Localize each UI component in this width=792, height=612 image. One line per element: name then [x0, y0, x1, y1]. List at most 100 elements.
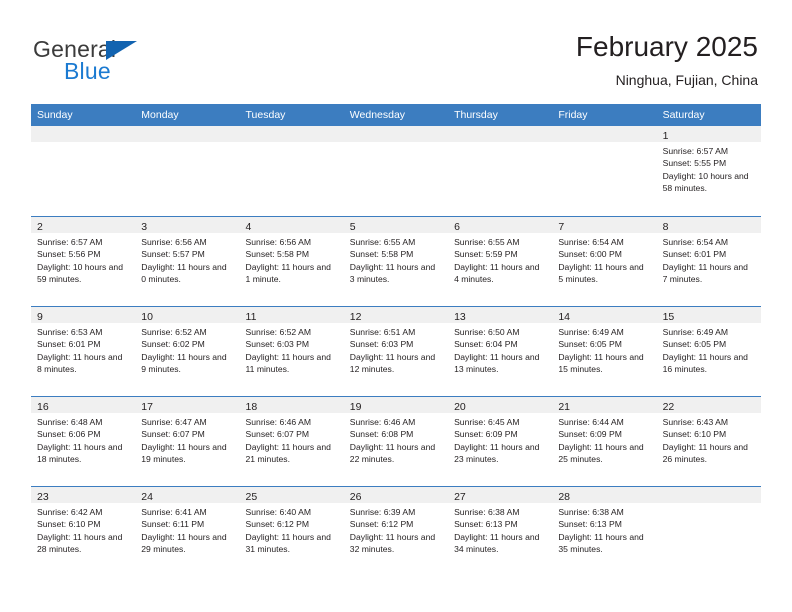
day-info: Sunrise: 6:55 AM Sunset: 5:58 PM Dayligh…	[344, 233, 448, 285]
sunset-text: Sunset: 6:07 PM	[245, 429, 310, 440]
day-cell[interactable]: 11 Sunrise: 6:52 AM Sunset: 6:03 PM Dayl…	[239, 307, 344, 396]
weekday-header-tuesday: Tuesday	[245, 109, 286, 121]
day-cell[interactable]: 14 Sunrise: 6:49 AM Sunset: 6:05 PM Dayl…	[552, 307, 657, 396]
weekday-header-monday: Monday	[141, 109, 179, 121]
day-info: Sunrise: 6:54 AM Sunset: 6:00 PM Dayligh…	[552, 233, 656, 285]
daylight-text: Daylight: 11 hours and 3 minutes.	[349, 261, 436, 284]
day-cell[interactable]: 7 Sunrise: 6:54 AM Sunset: 6:00 PM Dayli…	[552, 217, 657, 306]
day-info: Sunrise: 6:46 AM Sunset: 6:08 PM Dayligh…	[344, 413, 448, 465]
weekday-header-wednesday: Wednesday	[349, 109, 406, 121]
daylight-text: Daylight: 11 hours and 25 minutes.	[558, 441, 644, 464]
daylight-text: Daylight: 11 hours and 18 minutes.	[37, 441, 123, 464]
sunset-text: Sunset: 6:00 PM	[558, 249, 622, 260]
daylight-text: Daylight: 11 hours and 13 minutes.	[454, 351, 540, 374]
daylight-text: Daylight: 11 hours and 31 minutes.	[245, 531, 331, 554]
day-number: 5	[349, 221, 356, 233]
day-info: Sunrise: 6:53 AM Sunset: 6:01 PM Dayligh…	[31, 323, 135, 375]
week-row: 2 Sunrise: 6:57 AM Sunset: 5:56 PM Dayli…	[31, 216, 761, 306]
sunrise-text: Sunrise: 6:55 AM	[349, 237, 416, 247]
day-info: Sunrise: 6:56 AM Sunset: 5:57 PM Dayligh…	[135, 233, 239, 285]
sunrise-text: Sunrise: 6:57 AM	[662, 146, 729, 156]
weekday-header-thursday: Thursday	[454, 109, 498, 121]
day-cell[interactable]: 9 Sunrise: 6:53 AM Sunset: 6:01 PM Dayli…	[31, 307, 136, 396]
day-info: Sunrise: 6:41 AM Sunset: 6:11 PM Dayligh…	[135, 503, 239, 555]
sunrise-text: Sunrise: 6:38 AM	[454, 507, 520, 517]
day-cell[interactable]: 16 Sunrise: 6:48 AM Sunset: 6:06 PM Dayl…	[31, 397, 136, 486]
day-number: 15	[662, 311, 675, 323]
day-cell[interactable]: 28 Sunrise: 6:38 AM Sunset: 6:13 PM Dayl…	[552, 487, 657, 576]
day-info: Sunrise: 6:54 AM Sunset: 6:01 PM Dayligh…	[657, 233, 761, 285]
sunrise-text: Sunrise: 6:54 AM	[662, 237, 729, 247]
daylight-text: Daylight: 11 hours and 9 minutes.	[141, 351, 227, 374]
sunrise-text: Sunrise: 6:56 AM	[141, 237, 207, 247]
day-info	[448, 142, 552, 145]
day-cell[interactable]: 18 Sunrise: 6:46 AM Sunset: 6:07 PM Dayl…	[239, 397, 344, 486]
sunrise-text: Sunrise: 6:52 AM	[245, 327, 311, 337]
daylight-text: Daylight: 11 hours and 32 minutes.	[349, 531, 436, 554]
sunset-text: Sunset: 6:13 PM	[454, 519, 518, 530]
day-number: 23	[37, 491, 49, 503]
sunset-text: Sunset: 6:09 PM	[454, 429, 518, 440]
day-number: 9	[37, 311, 43, 323]
sunrise-text: Sunrise: 6:51 AM	[349, 327, 416, 337]
general-blue-logo[interactable]: General Blue	[33, 36, 213, 88]
day-number: 18	[245, 401, 258, 413]
sunset-text: Sunset: 5:58 PM	[349, 249, 414, 260]
day-number: 20	[454, 401, 466, 413]
day-cell[interactable]: 2 Sunrise: 6:57 AM Sunset: 5:56 PM Dayli…	[31, 217, 136, 306]
day-cell[interactable]: 10 Sunrise: 6:52 AM Sunset: 6:02 PM Dayl…	[135, 307, 240, 396]
daylight-text: Daylight: 10 hours and 59 minutes.	[37, 261, 123, 284]
calendar-page: General Blue February 2025 Ninghua, Fuji…	[0, 0, 792, 612]
day-cell[interactable]: 19 Sunrise: 6:46 AM Sunset: 6:08 PM Dayl…	[343, 397, 449, 486]
day-cell[interactable]: 4 Sunrise: 6:56 AM Sunset: 5:58 PM Dayli…	[239, 217, 344, 306]
day-info	[31, 142, 135, 145]
sunset-text: Sunset: 6:09 PM	[558, 429, 622, 440]
daylight-text: Daylight: 11 hours and 26 minutes.	[662, 441, 748, 464]
day-info: Sunrise: 6:45 AM Sunset: 6:09 PM Dayligh…	[448, 413, 552, 465]
day-cell[interactable]: 6 Sunrise: 6:55 AM Sunset: 5:59 PM Dayli…	[448, 217, 553, 306]
sunset-text: Sunset: 6:05 PM	[662, 339, 727, 350]
day-cell[interactable]: 21 Sunrise: 6:44 AM Sunset: 6:09 PM Dayl…	[552, 397, 657, 486]
daylight-text: Daylight: 11 hours and 23 minutes.	[454, 441, 540, 464]
day-cell[interactable]: 5 Sunrise: 6:55 AM Sunset: 5:58 PM Dayli…	[343, 217, 449, 306]
sunrise-text: Sunrise: 6:46 AM	[245, 417, 311, 427]
sunset-text: Sunset: 5:59 PM	[454, 249, 518, 260]
logo-text-blue: Blue	[64, 58, 111, 84]
day-cell[interactable]: 26 Sunrise: 6:39 AM Sunset: 6:12 PM Dayl…	[343, 487, 449, 576]
day-cell[interactable]: 20 Sunrise: 6:45 AM Sunset: 6:09 PM Dayl…	[448, 397, 553, 486]
day-cell[interactable]: 24 Sunrise: 6:41 AM Sunset: 6:11 PM Dayl…	[135, 487, 240, 576]
day-cell[interactable]: 8 Sunrise: 6:54 AM Sunset: 6:01 PM Dayli…	[656, 217, 761, 306]
day-info	[657, 503, 761, 506]
sunrise-text: Sunrise: 6:49 AM	[558, 327, 624, 337]
sunset-text: Sunset: 6:01 PM	[37, 339, 101, 350]
sunset-text: Sunset: 5:56 PM	[37, 249, 101, 260]
day-cell[interactable]: 3 Sunrise: 6:56 AM Sunset: 5:57 PM Dayli…	[135, 217, 240, 306]
daylight-text: Daylight: 11 hours and 29 minutes.	[141, 531, 227, 554]
day-cell[interactable]: 22 Sunrise: 6:43 AM Sunset: 6:10 PM Dayl…	[656, 397, 761, 486]
day-cell[interactable]: 15 Sunrise: 6:49 AM Sunset: 6:05 PM Dayl…	[656, 307, 761, 396]
sunset-text: Sunset: 6:12 PM	[349, 519, 414, 530]
daylight-text: Daylight: 11 hours and 1 minute.	[245, 261, 331, 284]
day-number: 16	[37, 401, 49, 413]
sunrise-text: Sunrise: 6:39 AM	[349, 507, 416, 517]
day-number: 26	[349, 491, 362, 503]
sunrise-text: Sunrise: 6:40 AM	[245, 507, 311, 517]
daylight-text: Daylight: 11 hours and 28 minutes.	[37, 531, 123, 554]
sunset-text: Sunset: 6:05 PM	[558, 339, 622, 350]
day-info: Sunrise: 6:49 AM Sunset: 6:05 PM Dayligh…	[657, 323, 761, 375]
day-cell[interactable]: 27 Sunrise: 6:38 AM Sunset: 6:13 PM Dayl…	[448, 487, 553, 576]
day-number: 10	[141, 311, 153, 323]
day-cell[interactable]: 1 Sunrise: 6:57 AM Sunset: 5:55 PM Dayli…	[656, 126, 761, 216]
day-cell[interactable]: 23 Sunrise: 6:42 AM Sunset: 6:10 PM Dayl…	[31, 487, 136, 576]
day-info: Sunrise: 6:57 AM Sunset: 5:55 PM Dayligh…	[657, 142, 761, 194]
day-info: Sunrise: 6:44 AM Sunset: 6:09 PM Dayligh…	[552, 413, 656, 465]
day-cell[interactable]: 25 Sunrise: 6:40 AM Sunset: 6:12 PM Dayl…	[239, 487, 344, 576]
day-info: Sunrise: 6:51 AM Sunset: 6:03 PM Dayligh…	[344, 323, 448, 375]
day-cell[interactable]: 13 Sunrise: 6:50 AM Sunset: 6:04 PM Dayl…	[448, 307, 553, 396]
day-cell	[343, 126, 449, 216]
sunrise-text: Sunrise: 6:47 AM	[141, 417, 207, 427]
day-cell[interactable]: 17 Sunrise: 6:47 AM Sunset: 6:07 PM Dayl…	[135, 397, 240, 486]
day-cell[interactable]: 12 Sunrise: 6:51 AM Sunset: 6:03 PM Dayl…	[343, 307, 449, 396]
week-row: 1 Sunrise: 6:57 AM Sunset: 5:55 PM Dayli…	[31, 126, 761, 216]
sunrise-text: Sunrise: 6:49 AM	[662, 327, 729, 337]
